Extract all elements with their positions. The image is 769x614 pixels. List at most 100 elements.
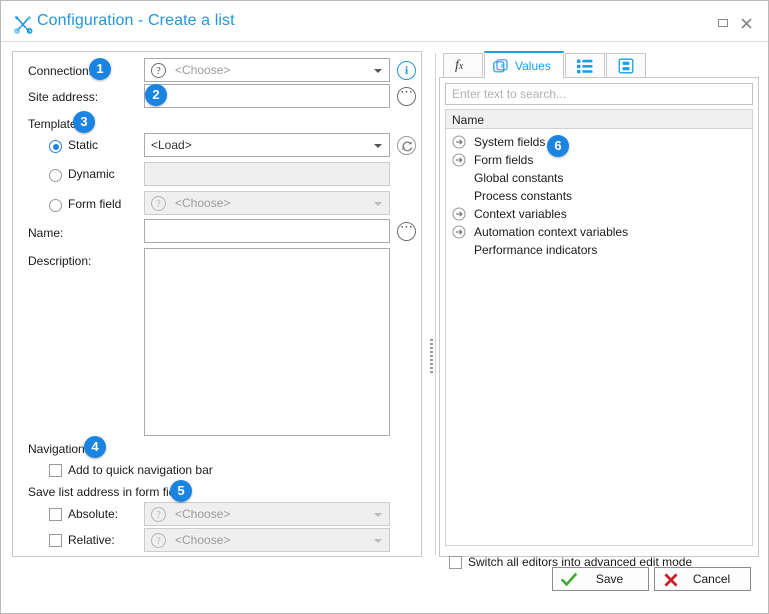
relative-label: Relative: (68, 533, 115, 547)
list-item-label: Automation context variables (474, 225, 629, 239)
tab-values-label: Values (515, 59, 551, 73)
absolute-checkbox[interactable] (49, 508, 62, 521)
quick-nav-label: Add to quick navigation bar (68, 463, 213, 477)
grid-header: Name (445, 109, 753, 129)
values-tree: System fields Form fields Global constan… (445, 129, 753, 546)
template-label: Template (28, 117, 77, 131)
badge-6: 6 (547, 135, 569, 157)
form-bracket-icon (618, 58, 634, 77)
splitter-grip[interactable] (430, 339, 433, 373)
site-address-input[interactable] (144, 84, 390, 108)
relative-value: <Choose> (175, 533, 231, 547)
template-form-field-radio[interactable] (49, 199, 62, 212)
configuration-dialog: Configuration - Create a list Connection… (0, 0, 769, 614)
name-label: Name: (28, 226, 64, 240)
quick-nav-checkbox[interactable] (49, 464, 62, 477)
name-input[interactable] (144, 219, 390, 243)
values-panel: fx a Values Enter text to search... Name… (439, 51, 759, 569)
list-item[interactable]: Process constants (446, 187, 752, 205)
chevron-down-icon (374, 202, 382, 206)
expand-arrow-icon[interactable] (452, 135, 466, 149)
list-item[interactable]: Global constants (446, 169, 752, 187)
absolute-value: <Choose> (175, 507, 231, 521)
template-static-value: <Load> (151, 138, 192, 152)
chevron-down-icon (374, 539, 382, 543)
list-item-label: Process constants (474, 189, 573, 203)
connection-dropdown[interactable]: ? <Choose> (144, 58, 390, 82)
question-mark-icon: ? (151, 533, 166, 548)
description-label: Description: (28, 254, 92, 268)
function-fx-icon: fx (455, 58, 464, 73)
cancel-button[interactable]: Cancel (654, 567, 751, 591)
grid-header-name: Name (452, 113, 485, 127)
list-item-label: Global constants (474, 171, 564, 185)
search-placeholder: Enter text to search... (452, 87, 567, 101)
relative-dropdown: ? <Choose> (144, 528, 390, 552)
list-item[interactable]: System fields (446, 133, 752, 151)
description-textarea[interactable] (144, 248, 390, 436)
site-address-label: Site address: (28, 90, 99, 104)
template-static-radio[interactable] (49, 140, 62, 153)
refresh-icon[interactable] (397, 136, 416, 155)
template-form-field-value: <Choose> (175, 196, 231, 210)
tools-icon (13, 14, 33, 34)
ellipsis-icon[interactable]: ⋯ (397, 219, 416, 241)
list-item-label: Performance indicators (474, 243, 598, 257)
navigation-label: Navigation (28, 442, 85, 456)
chevron-down-icon (374, 69, 382, 73)
expand-arrow-icon[interactable] (452, 153, 466, 167)
values-tab-body: Enter text to search... Name System fiel… (439, 77, 759, 569)
tab-list-grid[interactable] (565, 53, 605, 78)
template-form-field-dropdown: ? <Choose> (144, 191, 390, 215)
list-item[interactable]: Performance indicators (446, 241, 752, 259)
absolute-label: Absolute: (68, 507, 119, 521)
maximize-icon (718, 19, 728, 27)
window-title: Configuration - Create a list (37, 12, 235, 29)
absolute-dropdown: ? <Choose> (144, 502, 390, 526)
question-mark-icon: ? (151, 196, 166, 211)
close-icon (741, 18, 752, 29)
template-form-field-label: Form field (68, 197, 122, 211)
cancel-button-label: Cancel (692, 572, 731, 586)
title-bar: Configuration - Create a list (1, 1, 768, 42)
list-item-label: System fields (474, 135, 546, 149)
values-a-icon: a (493, 59, 509, 78)
save-button-label: Save (595, 572, 624, 586)
panel-splitter[interactable] (429, 53, 437, 555)
template-dynamic-radio[interactable] (49, 169, 62, 182)
tab-form-bracket[interactable] (606, 53, 646, 78)
tab-values[interactable]: a Values (484, 51, 564, 79)
template-dynamic-input (144, 162, 390, 186)
connection-value: <Choose> (175, 63, 231, 77)
maximize-button[interactable] (718, 17, 732, 31)
list-item[interactable]: Automation context variables (446, 223, 752, 241)
splitter-line (435, 53, 436, 555)
badge-4: 4 (84, 436, 106, 458)
tab-formula[interactable]: fx (443, 53, 483, 78)
connection-label: Connection: (28, 64, 93, 78)
badge-3: 3 (73, 111, 95, 133)
list-item-label: Context variables (474, 207, 567, 221)
list-item[interactable]: Form fields (446, 151, 752, 169)
badge-1: 1 (89, 58, 111, 80)
template-static-dropdown[interactable]: <Load> (144, 133, 390, 157)
list-item[interactable]: Context variables (446, 205, 752, 223)
save-list-address-label: Save list address in form field (28, 485, 185, 499)
list-grid-icon (577, 59, 593, 77)
chevron-down-icon (374, 144, 382, 148)
close-button[interactable] (740, 17, 754, 31)
save-button[interactable]: Save (552, 567, 649, 591)
template-static-label: Static (68, 138, 99, 152)
list-item-label: Form fields (474, 153, 534, 167)
expand-arrow-icon[interactable] (452, 225, 466, 239)
relative-checkbox[interactable] (49, 534, 62, 547)
question-mark-icon: ? (151, 63, 166, 78)
advanced-mode-checkbox[interactable] (449, 556, 462, 569)
search-input[interactable]: Enter text to search... (445, 83, 753, 105)
badge-2: 2 (145, 84, 167, 106)
info-icon[interactable]: i (397, 61, 416, 80)
template-dynamic-label: Dynamic (68, 167, 115, 181)
tab-strip: fx a Values (439, 51, 759, 79)
expand-arrow-icon[interactable] (452, 207, 466, 221)
ellipsis-icon[interactable]: ⋯ (397, 84, 416, 106)
